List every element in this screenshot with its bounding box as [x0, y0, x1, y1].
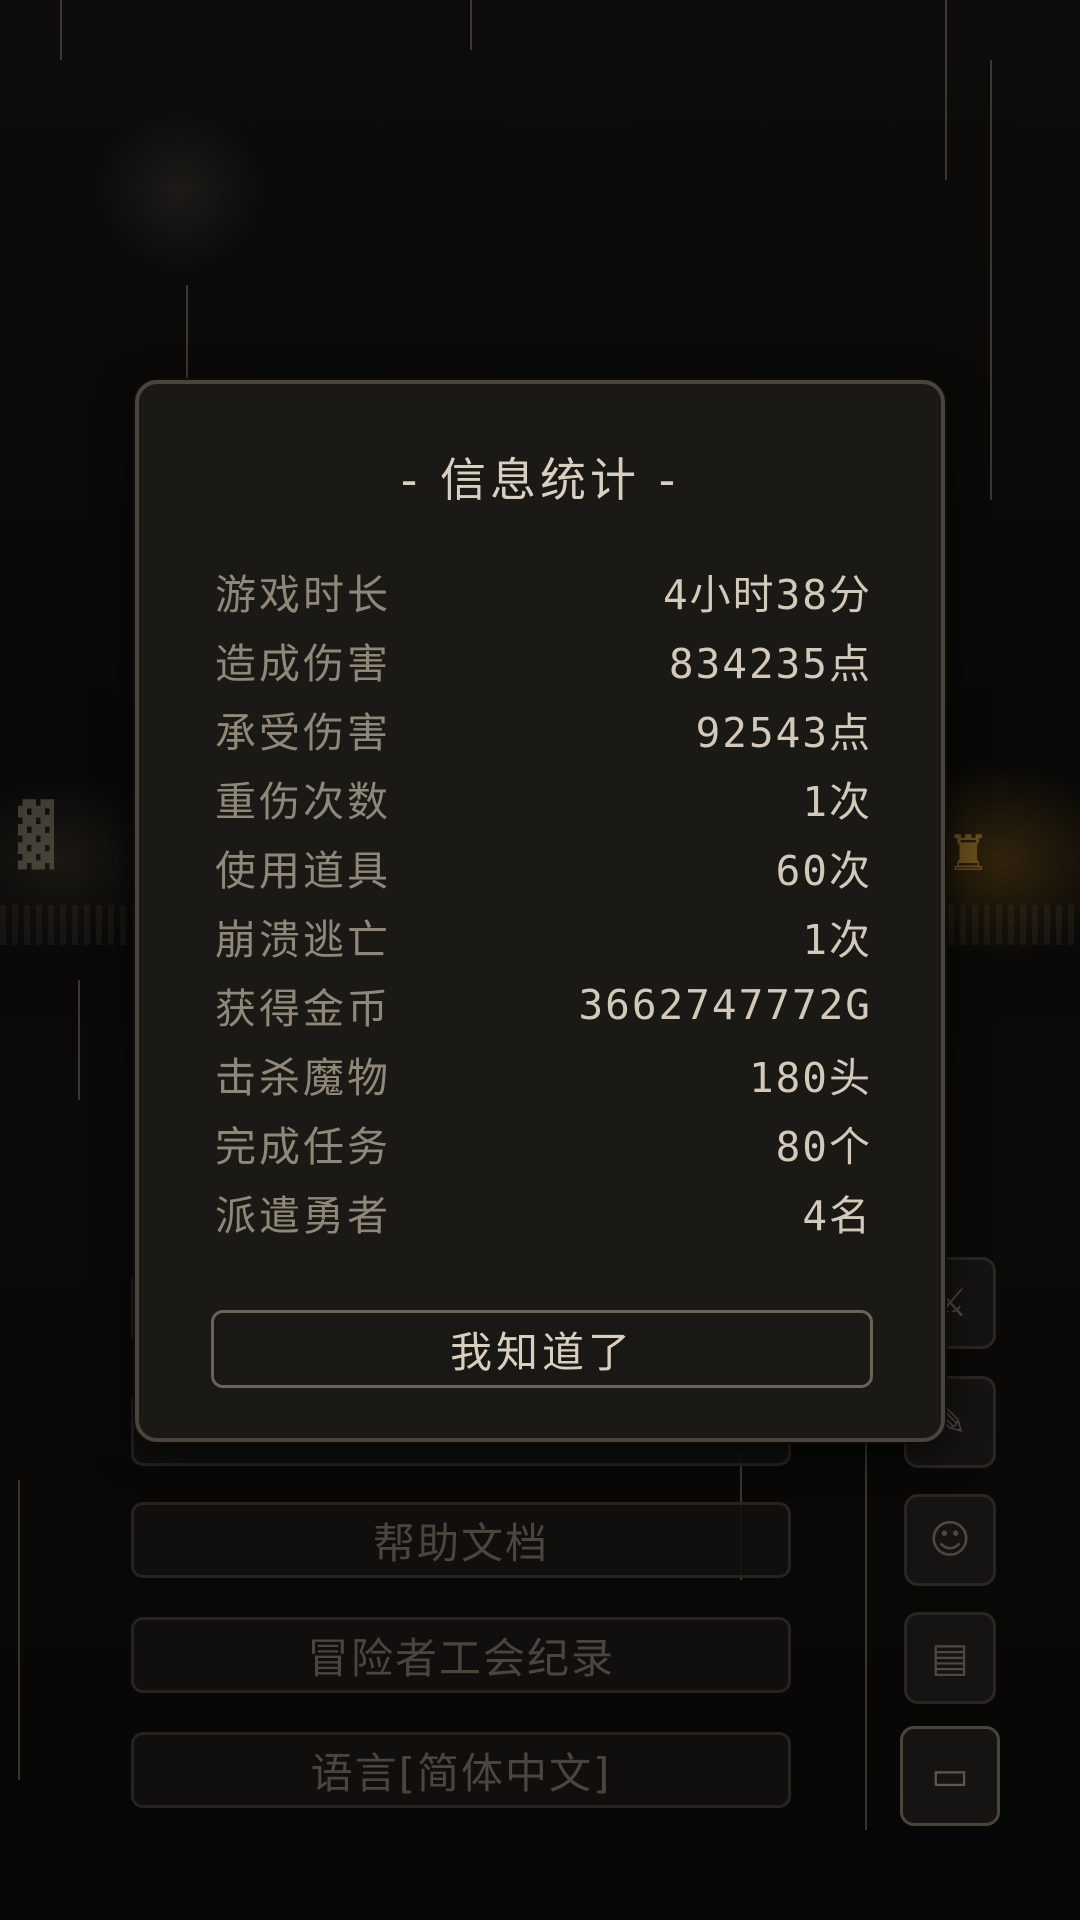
- stat-label: 获得金币: [215, 984, 391, 1033]
- stat-label: 造成伤害: [215, 639, 391, 688]
- stat-value: 180头: [748, 1053, 872, 1102]
- stat-value: 834235点: [668, 639, 872, 688]
- statistics-dialog: - 信息统计 - 游戏时长 4小时38分 造成伤害 834235点 承受伤害 9…: [135, 380, 945, 1442]
- game-screen: ▓ ♜ 帮助文档 冒险者工会纪录 语言[简体中文] ⚔ ✎ ☺ ▤ ▭ - 信息…: [0, 0, 1080, 1920]
- stat-value: 60次: [775, 846, 872, 895]
- computer-icon[interactable]: ▭: [900, 1726, 1000, 1826]
- rain-streak: [945, 0, 947, 180]
- stat-row-quests-completed: 完成任务 80个: [215, 1108, 872, 1177]
- stat-row-damage-dealt: 造成伤害 834235点: [215, 625, 872, 694]
- language-button[interactable]: 语言[简体中文]: [131, 1732, 791, 1808]
- stat-value: 4名: [802, 1191, 872, 1240]
- character-sprite-icon: ♜: [950, 815, 987, 885]
- rain-streak: [18, 1480, 20, 1780]
- stat-value: 4小时38分: [662, 570, 872, 619]
- dialog-title: - 信息统计 -: [400, 453, 680, 507]
- stat-label: 崩溃逃亡: [215, 915, 391, 964]
- confirm-button[interactable]: 我知道了: [211, 1310, 873, 1388]
- stat-row-heroes-dispatched: 派遣勇者 4名: [215, 1177, 872, 1246]
- help-docs-button[interactable]: 帮助文档: [131, 1502, 791, 1578]
- stat-label: 重伤次数: [215, 777, 391, 826]
- stat-row-monsters-killed: 击杀魔物 180头: [215, 1039, 872, 1108]
- document-icon[interactable]: ▤: [904, 1612, 996, 1704]
- stat-label: 击杀魔物: [215, 1053, 391, 1102]
- stat-label: 完成任务: [215, 1122, 391, 1171]
- rain-streak: [60, 0, 62, 60]
- cat-icon[interactable]: ☺: [904, 1494, 996, 1586]
- building-sprite-icon: ▓: [18, 800, 55, 870]
- stat-label: 承受伤害: [215, 708, 391, 757]
- rain-streak: [990, 60, 992, 500]
- stat-row-play-time: 游戏时长 4小时38分: [215, 556, 872, 625]
- stat-row-retreats: 崩溃逃亡 1次: [215, 901, 872, 970]
- stat-row-severe-injuries: 重伤次数 1次: [215, 763, 872, 832]
- stats-list: 游戏时长 4小时38分 造成伤害 834235点 承受伤害 92543点 重伤次…: [215, 556, 872, 1246]
- stat-value: 80个: [775, 1122, 872, 1171]
- stat-value: 1次: [802, 777, 872, 826]
- stat-row-items-used: 使用道具 60次: [215, 832, 872, 901]
- rain-streak: [470, 0, 472, 50]
- stat-label: 游戏时长: [215, 570, 391, 619]
- stat-label: 使用道具: [215, 846, 391, 895]
- stat-label: 派遣勇者: [215, 1191, 391, 1240]
- stat-row-gold-earned: 获得金币 3662747772G: [215, 970, 872, 1039]
- stat-row-damage-taken: 承受伤害 92543点: [215, 694, 872, 763]
- rain-streak: [78, 980, 80, 1100]
- guild-records-button[interactable]: 冒险者工会纪录: [131, 1617, 791, 1693]
- stat-value: 3662747772G: [578, 980, 872, 1029]
- stat-value: 1次: [802, 915, 872, 964]
- stat-value: 92543点: [695, 708, 872, 757]
